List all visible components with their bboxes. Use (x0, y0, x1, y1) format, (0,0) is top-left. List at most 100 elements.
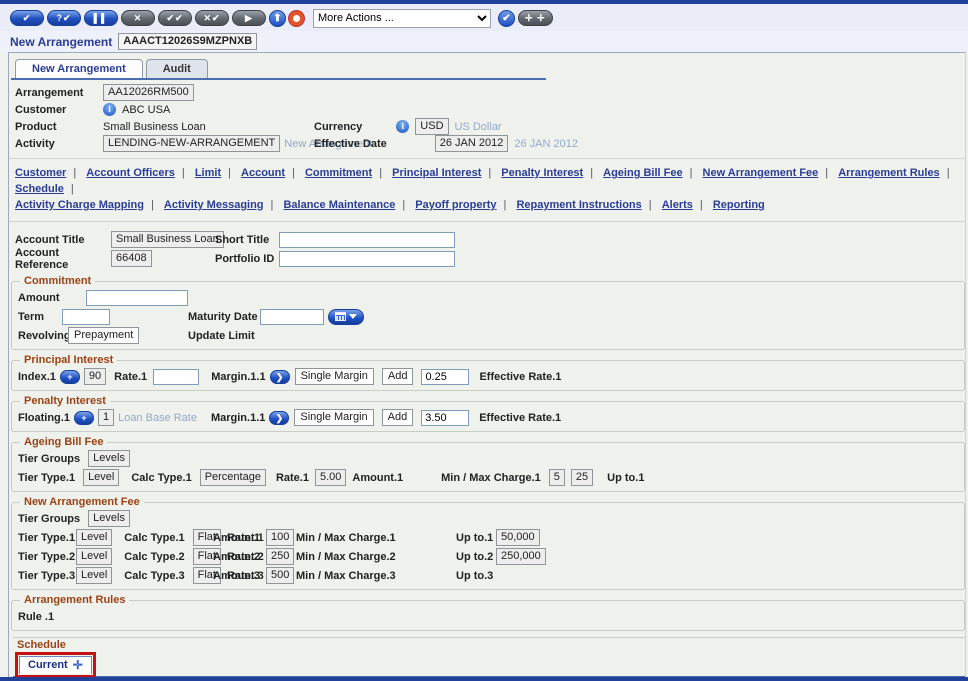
nav-account[interactable]: Account (241, 167, 285, 179)
forward-button[interactable]: ▶ (232, 10, 266, 26)
bottom-window-strip (0, 677, 968, 681)
effective-date-value: 26 JAN 2012 (435, 135, 509, 152)
account-reference-label: Account Reference (15, 247, 111, 271)
tier-type-label: Tier Type.1 (18, 472, 75, 484)
amount-input[interactable] (86, 290, 188, 306)
currency-enrichment: US Dollar (455, 121, 502, 133)
index-label: Index.1 (18, 371, 56, 383)
customer-value: ABC USA (122, 104, 170, 116)
rate-input[interactable] (153, 369, 199, 385)
add-oper-button[interactable]: Add (382, 409, 414, 426)
ageing-bill-fee-title: Ageing Bill Fee (20, 436, 107, 448)
arrangement-form: Arrangement AA12026RM500 Customer i ABC … (9, 80, 965, 154)
calc-type-label: Calc Type.3 (124, 570, 184, 582)
nav-arrangement-rules[interactable]: Arrangement Rules (838, 167, 939, 179)
tier-groups-label: Tier Groups (18, 453, 80, 465)
update-limit-label: Update Limit (188, 330, 255, 342)
tab-audit[interactable]: Audit (146, 59, 208, 78)
prepayment-button[interactable]: Prepayment (68, 327, 139, 344)
floating-value: 1 (98, 409, 114, 426)
margin-expand-button[interactable]: ❯ (269, 411, 289, 425)
account-title-value: Small Business Loan (111, 231, 224, 248)
duplicate-button[interactable]: ✛ ✛ (518, 10, 553, 26)
calc-type-label: Calc Type.1 (124, 532, 184, 544)
help-icon[interactable] (289, 11, 304, 26)
nav-reporting[interactable]: Reporting (713, 199, 765, 211)
authorise-button[interactable]: ✔✔ (158, 10, 192, 26)
nav-activity-messaging[interactable]: Activity Messaging (164, 199, 264, 211)
reverse-button[interactable]: ✕✔ (195, 10, 229, 26)
single-margin-button[interactable]: Single Margin (295, 368, 374, 385)
single-margin-button[interactable]: Single Margin (294, 409, 373, 426)
section-nav: Customer| Account Officers| Limit| Accou… (9, 163, 965, 217)
margin-rate-input[interactable] (421, 410, 469, 426)
fee-amount-label: Amount.1 (352, 472, 403, 484)
short-title-input[interactable] (279, 232, 455, 248)
nav-principal-interest[interactable]: Principal Interest (392, 167, 481, 179)
margin-rate-input[interactable] (421, 369, 469, 385)
expand-up-icon[interactable]: ⬆ (269, 10, 286, 27)
arrangement-label: Arrangement (15, 87, 103, 99)
upto-label: Up to.1 (456, 532, 493, 544)
tier-groups-label: Tier Groups (18, 513, 80, 525)
product-value: Small Business Loan (103, 121, 206, 133)
tier-groups-value: Levels (88, 450, 130, 467)
effective-date-enrichment: 26 JAN 2012 (514, 138, 578, 150)
maturity-date-picker-button[interactable] (328, 309, 364, 325)
more-actions-select[interactable]: More Actions ... (313, 9, 491, 28)
tab-bar: New Arrangement Audit (15, 59, 965, 78)
margin-expand-button[interactable]: ❯ (270, 370, 290, 384)
rule-label: Rule .1 (18, 611, 54, 623)
arrangement-rules-title: Arrangement Rules (20, 594, 129, 606)
tier-groups-value: Levels (88, 510, 130, 527)
section-nav-row2: Activity Charge Mapping| Activity Messag… (15, 197, 961, 213)
validate-button[interactable]: ?✔ (47, 10, 81, 26)
add-oper-button[interactable]: Add (382, 368, 414, 385)
hold-button[interactable]: ▌▌ (84, 10, 118, 26)
effective-date-label: Effective Date (314, 138, 387, 150)
index-value: 90 (84, 368, 106, 385)
nav-balance-maintenance[interactable]: Balance Maintenance (283, 199, 395, 211)
schedule-section: Schedule Current ✛ Type Method Property … (9, 635, 965, 681)
nav-penalty-interest[interactable]: Penalty Interest (501, 167, 583, 179)
nav-customer[interactable]: Customer (15, 167, 66, 179)
add-schedule-icon[interactable]: ✛ (73, 658, 83, 672)
tab-new-arrangement[interactable]: New Arrangement (15, 59, 143, 78)
nav-new-arrangement-fee[interactable]: New Arrangement Fee (703, 167, 819, 179)
principal-interest-section: Principal Interest Index.1 + 90 Rate.1 M… (11, 354, 965, 391)
nav-alerts[interactable]: Alerts (662, 199, 693, 211)
nav-account-officers[interactable]: Account Officers (86, 167, 175, 179)
floating-add-button[interactable]: + (74, 411, 94, 425)
upto-label: Up to.1 (607, 472, 644, 484)
max-charge-value: 25 (571, 469, 593, 486)
nav-limit[interactable]: Limit (195, 167, 221, 179)
nav-schedule[interactable]: Schedule (15, 183, 64, 195)
info-icon[interactable]: i (396, 120, 409, 133)
calc-type-value: Percentage (200, 469, 266, 486)
delete-button[interactable]: ✕ (121, 10, 155, 26)
ageing-bill-fee-section: Ageing Bill Fee Tier Groups Levels Tier … (11, 436, 965, 492)
fee-amount-value: 500 (266, 567, 294, 584)
minmax-charge-label: Min / Max Charge.2 (296, 551, 396, 563)
nav-payoff-property[interactable]: Payoff property (415, 199, 496, 211)
nav-activity-charge-mapping[interactable]: Activity Charge Mapping (15, 199, 144, 211)
margin-label: Margin.1.1 (211, 412, 265, 424)
portfolio-id-input[interactable] (279, 251, 455, 267)
section-nav-row1: Customer| Account Officers| Limit| Accou… (15, 165, 961, 197)
index-add-button[interactable]: + (60, 370, 80, 384)
info-icon[interactable]: i (103, 103, 116, 116)
maturity-date-label: Maturity Date (188, 311, 258, 323)
minmax-charge-label: Min / Max Charge.3 (296, 570, 396, 582)
calendar-icon (335, 312, 346, 321)
check-circle-button[interactable]: ✔ (498, 10, 515, 27)
tier-type-label: Tier Type.1 (18, 532, 76, 544)
nav-ageing-bill-fee[interactable]: Ageing Bill Fee (603, 167, 682, 179)
nav-commitment[interactable]: Commitment (305, 167, 372, 179)
maturity-date-input[interactable] (260, 309, 324, 325)
term-input[interactable] (62, 309, 110, 325)
tier-type-value: Level (76, 548, 112, 565)
nav-repayment-instructions[interactable]: Repayment Instructions (516, 199, 641, 211)
commit-button[interactable]: ✔ (10, 10, 44, 26)
divider (9, 158, 965, 159)
schedule-tab-current[interactable]: Current ✛ (19, 656, 92, 674)
